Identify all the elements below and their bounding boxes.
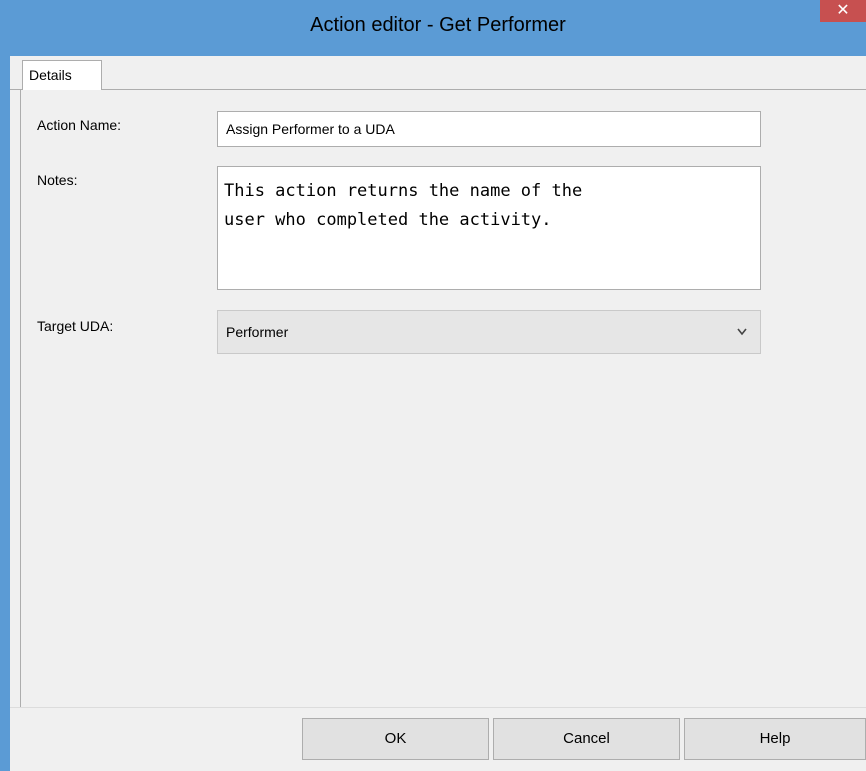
title-bar[interactable]: Action editor - Get Performer ✕ [10, 0, 866, 56]
window-title: Action editor - Get Performer [310, 14, 566, 36]
close-icon: ✕ [836, 2, 850, 19]
window-left-border [0, 0, 10, 771]
close-button[interactable]: ✕ [820, 0, 866, 22]
tab-strip: Details [10, 56, 866, 91]
notes-label: Notes: [37, 172, 78, 188]
footer-divider [10, 707, 866, 708]
target-uda-dropdown[interactable]: Performer [217, 310, 761, 354]
cancel-button[interactable]: Cancel [493, 718, 680, 760]
help-button[interactable]: Help [684, 718, 866, 760]
action-editor-window: Action editor - Get Performer ✕ Details … [0, 0, 866, 771]
ok-button[interactable]: OK [302, 718, 489, 760]
target-uda-label: Target UDA: [37, 318, 114, 334]
action-name-label: Action Name: [37, 117, 122, 133]
action-name-field[interactable]: Assign Performer to a UDA [217, 111, 761, 147]
target-uda-value: Performer [226, 324, 289, 340]
tab-details[interactable]: Details [22, 60, 102, 91]
chevron-down-icon [736, 311, 748, 370]
notes-field[interactable]: This action returns the name of the user… [217, 166, 761, 290]
